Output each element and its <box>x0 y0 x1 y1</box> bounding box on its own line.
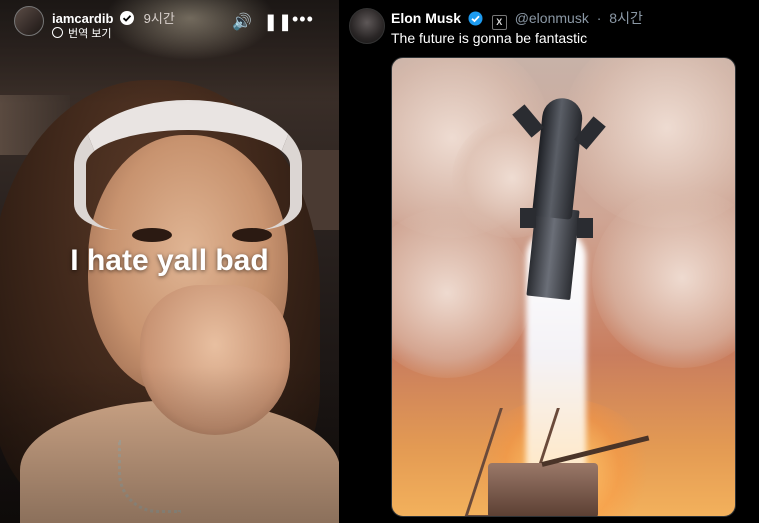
pause-icon[interactable]: ❚❚ <box>264 12 293 32</box>
translate-link[interactable]: 번역 보기 <box>52 25 112 41</box>
story-username[interactable]: iamcardib <box>52 11 113 26</box>
story-header: iamcardib 9시간 번역 보기 🔊 ❚❚ ••• <box>14 6 329 40</box>
tweet-author-name[interactable]: Elon Musk <box>391 10 461 26</box>
story-caption: I hate yall bad <box>70 244 269 277</box>
tweet-handle[interactable]: @elonmusk <box>515 10 589 26</box>
tweet-author-line: Elon Musk X @elonmusk · 8시간 <box>391 8 643 30</box>
rocket-fin <box>577 218 593 238</box>
verified-badge-icon <box>468 11 483 26</box>
tweet-avatar[interactable] <box>349 8 385 44</box>
smoke-cloud <box>592 188 735 368</box>
tweet-panel: Elon Musk X @elonmusk · 8시간 The future i… <box>339 0 759 523</box>
story-avatar[interactable] <box>14 6 44 36</box>
globe-icon <box>52 27 63 38</box>
story-panel[interactable]: iamcardib 9시간 번역 보기 🔊 ❚❚ ••• I hate yall… <box>0 0 339 523</box>
verified-icon <box>120 11 135 25</box>
rocket-fin <box>520 208 536 228</box>
tweet-media-image[interactable] <box>391 57 736 517</box>
x-affiliate-icon: X <box>491 15 507 30</box>
more-icon[interactable]: ••• <box>292 9 314 30</box>
launch-mount <box>488 463 598 516</box>
translate-label: 번역 보기 <box>68 28 112 40</box>
story-time: 9시간 <box>143 11 175 26</box>
tweet-time[interactable]: 8시간 <box>609 10 643 26</box>
tweet-dot-separator: · <box>596 10 602 26</box>
tweet-text: The future is gonna be fantastic <box>391 30 588 46</box>
speaker-icon[interactable]: 🔊 <box>232 12 252 32</box>
